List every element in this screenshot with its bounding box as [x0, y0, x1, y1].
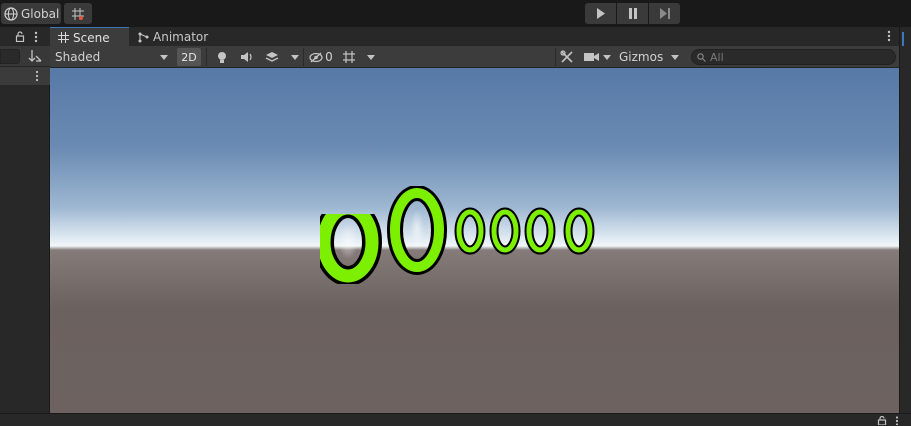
- bottom-panel: [0, 413, 911, 426]
- global-pivot-button[interactable]: Global: [1, 3, 61, 24]
- kebab-menu-icon[interactable]: [34, 31, 38, 43]
- sort-icon[interactable]: [28, 49, 42, 63]
- lighting-toggle[interactable]: [215, 48, 229, 66]
- chevron-down-icon: [160, 55, 168, 60]
- hidden-count: 0: [325, 50, 333, 64]
- pause-icon: [628, 8, 637, 19]
- hidden-eye-icon: [309, 52, 323, 62]
- panel-focus-indicator: [902, 32, 910, 46]
- gizmos-dropdown[interactable]: Gizmos: [616, 48, 663, 66]
- inspector-panel-edge: [899, 27, 911, 413]
- grid-visibility-toggle[interactable]: [341, 48, 357, 66]
- gizmos-label: Gizmos: [619, 50, 664, 64]
- globe-icon: [4, 6, 18, 21]
- wrench-icon: [560, 50, 573, 63]
- playmode-controls: [585, 3, 680, 24]
- chevron-down-icon[interactable]: [671, 55, 679, 60]
- effects-toggle[interactable]: [264, 48, 280, 66]
- step-icon: [659, 8, 670, 19]
- scene-viewport[interactable]: [50, 68, 899, 413]
- main-toolbar: Global: [0, 0, 911, 27]
- tab-animator-label: Animator: [153, 30, 209, 44]
- grid-snap-button[interactable]: [64, 3, 92, 24]
- 2d-toggle-button[interactable]: 2D: [177, 48, 201, 66]
- scene-visibility-toggle[interactable]: 0: [308, 48, 334, 66]
- search-placeholder: All: [710, 50, 724, 64]
- scene-tab-bar: Scene Animator: [50, 27, 899, 47]
- layers-icon: [265, 51, 279, 62]
- animator-icon: [138, 32, 149, 42]
- score-digit-small-2: [489, 207, 521, 255]
- step-button[interactable]: [649, 3, 680, 24]
- global-label: Global: [21, 6, 60, 21]
- search-icon: [697, 52, 706, 62]
- lock-icon[interactable]: [15, 31, 25, 42]
- pause-button[interactable]: [617, 3, 648, 24]
- tools-button[interactable]: [559, 48, 575, 66]
- chevron-down-icon[interactable]: [291, 55, 299, 60]
- bottom-panel-controls: [877, 416, 899, 425]
- speaker-icon: [241, 52, 252, 62]
- camera-icon: [583, 53, 599, 61]
- scene-toolbar: Shaded 2D 0 Gizmos All: [50, 46, 899, 68]
- audio-toggle[interactable]: [239, 48, 255, 66]
- kebab-menu-icon[interactable]: [895, 416, 899, 425]
- score-digit-small-4: [563, 207, 595, 255]
- score-digit-small-3: [524, 207, 556, 255]
- play-icon: [596, 8, 605, 19]
- grid-icon: [343, 51, 355, 63]
- divider: [303, 48, 304, 66]
- chevron-down-icon[interactable]: [367, 55, 375, 60]
- hierarchy-toolbar: [0, 46, 50, 67]
- score-digits[interactable]: [320, 186, 620, 286]
- hierarchy-search-input[interactable]: [0, 49, 20, 64]
- hierarchy-row[interactable]: [0, 67, 50, 85]
- camera-settings-button[interactable]: [583, 48, 599, 66]
- divider: [555, 48, 556, 66]
- grid-snap-icon: [72, 7, 84, 20]
- tab-scene-label: Scene: [73, 30, 110, 45]
- lock-icon[interactable]: [877, 416, 887, 425]
- kebab-menu-icon[interactable]: [887, 30, 891, 42]
- scene-grid-icon: [58, 32, 69, 43]
- scene-search-input[interactable]: All: [691, 49, 896, 65]
- play-button[interactable]: [585, 3, 616, 24]
- draw-mode-label: Shaded: [55, 50, 101, 64]
- lightbulb-icon: [218, 51, 226, 63]
- divider: [206, 48, 207, 66]
- chevron-down-icon[interactable]: [603, 55, 611, 60]
- hierarchy-panel: [0, 27, 50, 413]
- draw-mode-dropdown[interactable]: Shaded: [52, 48, 172, 66]
- kebab-menu-icon[interactable]: [35, 70, 39, 82]
- tab-scene[interactable]: Scene: [50, 27, 129, 47]
- tab-animator[interactable]: Animator: [130, 27, 216, 47]
- hierarchy-header: [0, 27, 50, 46]
- score-digit-small-1: [454, 207, 486, 255]
